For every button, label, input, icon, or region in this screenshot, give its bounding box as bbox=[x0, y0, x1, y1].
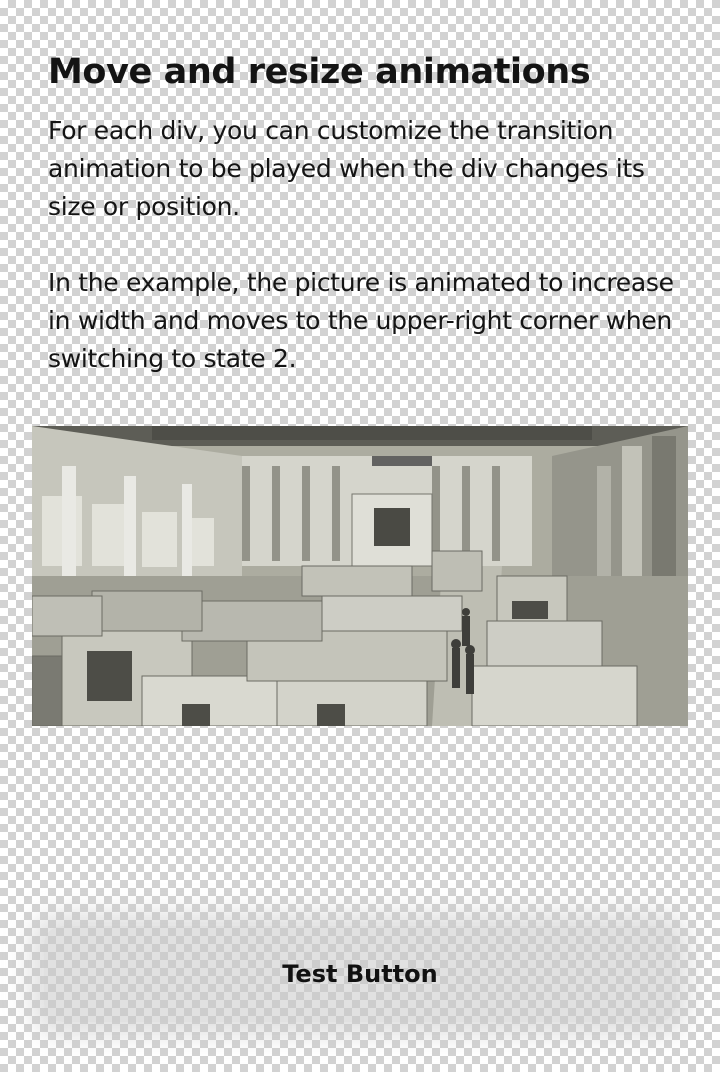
factory-photo bbox=[32, 426, 688, 726]
page-title: Move and resize animations bbox=[48, 52, 591, 92]
test-button[interactable]: Test Button bbox=[44, 926, 676, 1022]
description-paragraph-1: For each div, you can customize the tran… bbox=[48, 116, 645, 221]
factory-photo-illustration bbox=[32, 426, 688, 726]
description-paragraph-2: In the example, the picture is animated … bbox=[48, 268, 674, 373]
